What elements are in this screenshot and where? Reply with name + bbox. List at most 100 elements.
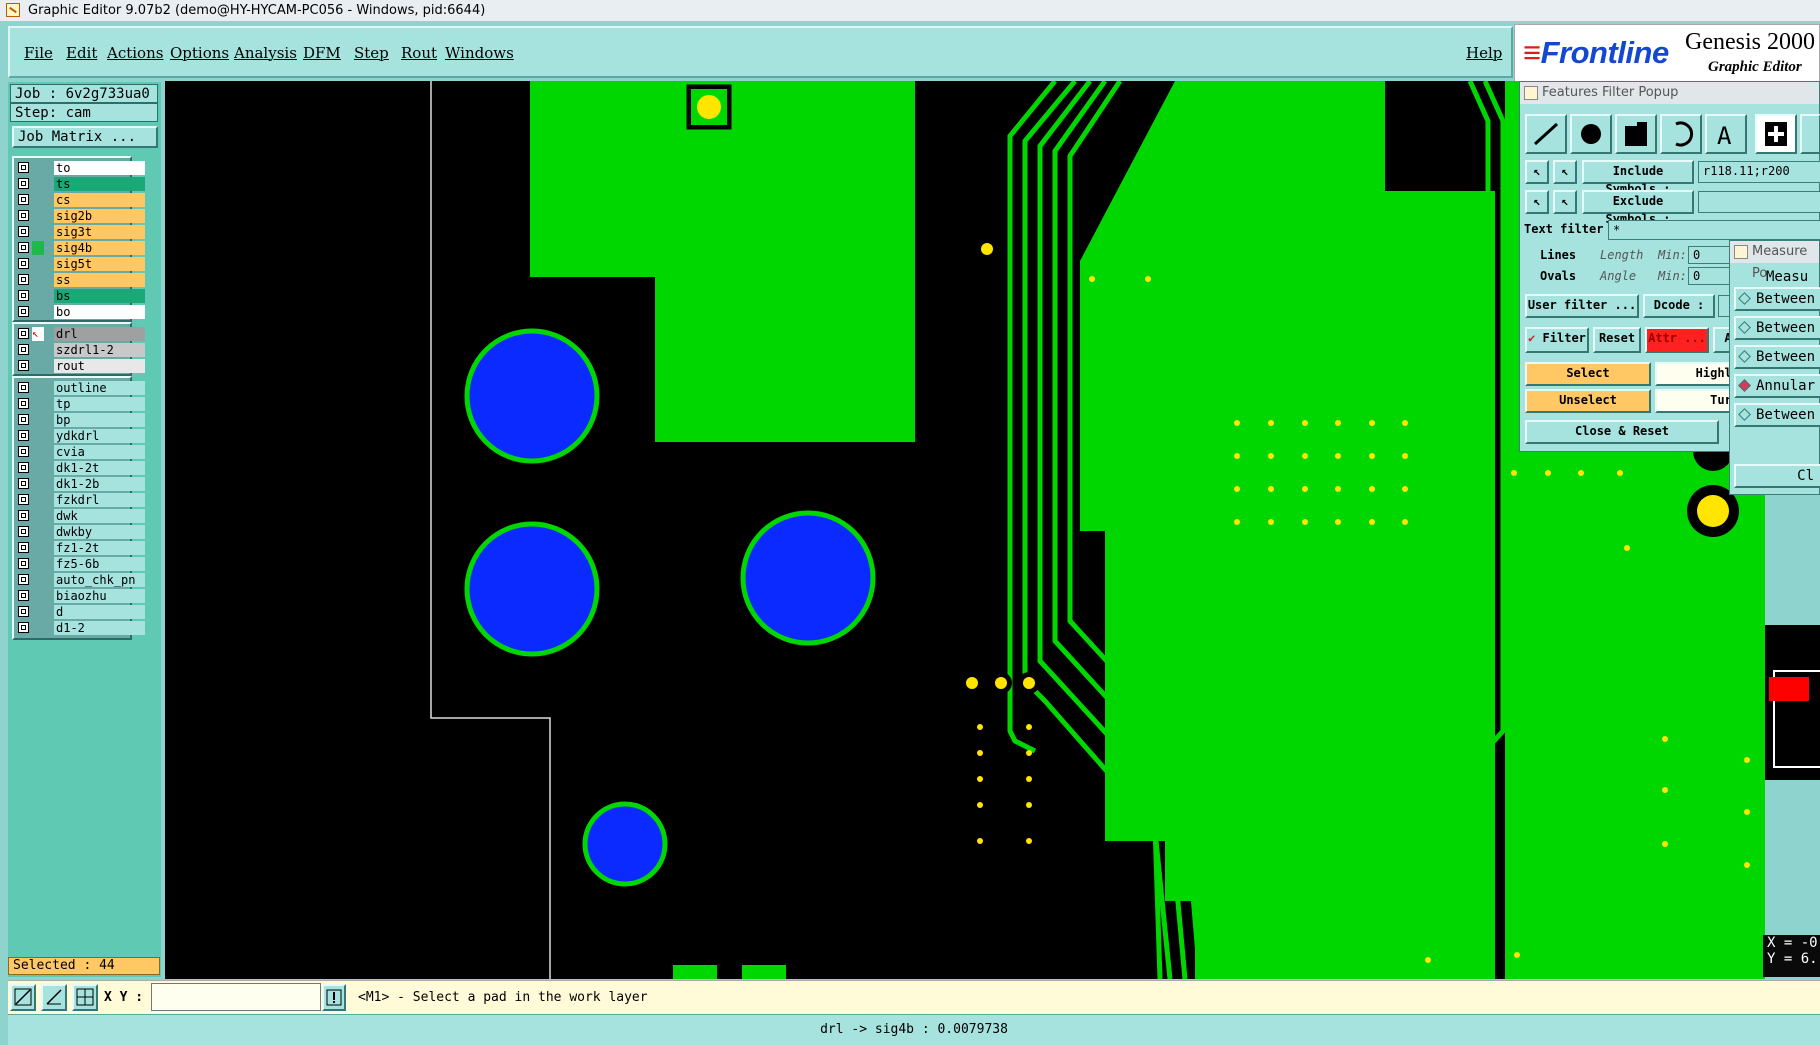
dcode-button[interactable]: Dcode :	[1643, 294, 1715, 318]
layer-name[interactable]: cs	[54, 193, 145, 207]
menu-windows[interactable]: Windows	[445, 44, 514, 62]
layer-name[interactable]: drl	[54, 327, 145, 341]
layer-display-checkbox[interactable]	[18, 226, 29, 237]
layer-display-checkbox[interactable]	[18, 622, 29, 633]
layer-row-sig2b[interactable]: sig2b	[16, 209, 145, 223]
alert-icon[interactable]	[322, 984, 346, 1011]
measure-option-between-2[interactable]: Between	[1734, 316, 1820, 340]
measure-option-between-3[interactable]: Between	[1734, 345, 1820, 369]
layer-display-checkbox[interactable]	[18, 382, 29, 393]
layer-row-ts[interactable]: ts	[16, 177, 145, 191]
layer-row-ydkdrl[interactable]: ydkdrl	[16, 429, 145, 443]
layer-display-checkbox[interactable]	[18, 290, 29, 301]
layer-status-cell[interactable]	[32, 359, 44, 373]
layer-row-dwkby[interactable]: dwkby	[16, 525, 145, 539]
layer-name[interactable]: auto_chk_pn	[54, 573, 145, 587]
layer-status-cell[interactable]	[32, 305, 44, 319]
exclude-pick-icon[interactable]: ↖	[1525, 190, 1549, 214]
layer-status-cell[interactable]	[32, 413, 44, 427]
layer-row-rout[interactable]: rout	[16, 359, 145, 373]
layer-status-cell[interactable]	[32, 289, 44, 303]
include-pick-icon[interactable]: ↖	[1525, 160, 1549, 184]
layer-name[interactable]: bp	[54, 413, 145, 427]
layer-display-checkbox[interactable]	[18, 328, 29, 339]
layer-row-biaozhu[interactable]: biaozhu	[16, 589, 145, 603]
layer-display-checkbox[interactable]	[18, 478, 29, 489]
angle-checkbox[interactable]: Angle	[1600, 269, 1636, 283]
layer-name[interactable]: outline	[54, 381, 145, 395]
layer-name[interactable]: dk1-2t	[54, 461, 145, 475]
angle-min-field[interactable]: 0	[1688, 267, 1733, 285]
length-min-field[interactable]: 0	[1688, 246, 1733, 264]
layer-name[interactable]: biaozhu	[54, 589, 145, 603]
layer-status-cell[interactable]	[32, 605, 44, 619]
layer-name[interactable]: bs	[54, 289, 145, 303]
layer-display-checkbox[interactable]	[18, 398, 29, 409]
layer-name[interactable]: ss	[54, 273, 145, 287]
layer-row-cvia[interactable]: cvia	[16, 445, 145, 459]
layer-status-cell[interactable]	[32, 509, 44, 523]
layer-status-cell[interactable]	[32, 209, 44, 223]
menu-help[interactable]: Help	[1466, 44, 1502, 62]
layer-name[interactable]: fz5-6b	[54, 557, 145, 571]
layer-display-checkbox[interactable]	[18, 344, 29, 355]
close-reset-button[interactable]: Close & Reset	[1525, 420, 1719, 444]
layer-name[interactable]: d	[54, 605, 145, 619]
layer-status-cell[interactable]	[32, 161, 44, 175]
layer-row-sig5t[interactable]: sig5t	[16, 257, 145, 271]
layer-display-checkbox[interactable]	[18, 414, 29, 425]
filter-toggle[interactable]: ✔ Filter	[1525, 327, 1589, 353]
layer-display-checkbox[interactable]	[18, 558, 29, 569]
layer-display-checkbox[interactable]	[18, 306, 29, 317]
zoom-area-icon[interactable]	[10, 984, 36, 1011]
text-filter-field[interactable]: *	[1608, 220, 1820, 240]
measure-close-button[interactable]: Cl	[1734, 464, 1820, 488]
layer-status-cell[interactable]	[32, 589, 44, 603]
ovals-checkbox[interactable]: Ovals	[1540, 269, 1576, 283]
layer-name[interactable]: ydkdrl	[54, 429, 145, 443]
layer-name[interactable]: rout	[54, 359, 145, 373]
include-symbols-field[interactable]: r118.11;r200	[1698, 161, 1820, 183]
layer-status-cell[interactable]: ↖	[32, 327, 44, 341]
layer-name[interactable]: fz1-2t	[54, 541, 145, 555]
layer-name[interactable]: tp	[54, 397, 145, 411]
layer-status-cell[interactable]	[32, 241, 44, 255]
reset-button[interactable]: Reset	[1593, 327, 1641, 353]
layer-status-cell[interactable]	[32, 541, 44, 555]
layer-row-sig3t[interactable]: sig3t	[16, 225, 145, 239]
layer-name[interactable]: ts	[54, 177, 145, 191]
layer-display-checkbox[interactable]	[18, 606, 29, 617]
exclude-symbols-field[interactable]	[1698, 191, 1820, 213]
layer-row-dwk[interactable]: dwk	[16, 509, 145, 523]
layer-name[interactable]: dwkby	[54, 525, 145, 539]
layer-display-checkbox[interactable]	[18, 242, 29, 253]
surface-tool-button[interactable]	[1615, 114, 1657, 154]
layer-row-drl[interactable]: ↖ drl	[16, 327, 145, 341]
layer-display-checkbox[interactable]	[18, 360, 29, 371]
layer-row-bo[interactable]: bo	[16, 305, 145, 319]
layer-row-d1-2[interactable]: d1-2	[16, 621, 145, 635]
layer-status-cell[interactable]	[32, 397, 44, 411]
include-symbols-button[interactable]: Include Symbols :	[1582, 160, 1694, 196]
measure-icon[interactable]	[41, 984, 67, 1011]
layer-row-d[interactable]: d	[16, 605, 145, 619]
layer-row-bp[interactable]: bp	[16, 413, 145, 427]
layer-display-checkbox[interactable]	[18, 542, 29, 553]
layer-display-checkbox[interactable]	[18, 162, 29, 173]
text-tool-button[interactable]: A	[1705, 114, 1747, 154]
job-matrix-button[interactable]: Job Matrix ...	[12, 126, 158, 148]
layer-status-cell[interactable]	[32, 193, 44, 207]
layer-row-dk1-2b[interactable]: dk1-2b	[16, 477, 145, 491]
menu-actions[interactable]: Actions	[107, 44, 163, 62]
layer-name[interactable]: dk1-2b	[54, 477, 145, 491]
arc-tool-button[interactable]	[1660, 114, 1702, 154]
layer-status-cell[interactable]	[32, 445, 44, 459]
lines-checkbox[interactable]: Lines	[1540, 248, 1576, 262]
layer-display-checkbox[interactable]	[18, 574, 29, 585]
layer-display-checkbox[interactable]	[18, 178, 29, 189]
layer-display-checkbox[interactable]	[18, 430, 29, 441]
measure-option-annular[interactable]: Annular	[1734, 374, 1820, 398]
layer-display-checkbox[interactable]	[18, 510, 29, 521]
measure-option-between-1[interactable]: Between	[1734, 287, 1820, 311]
menu-dfm[interactable]: DFM	[303, 44, 341, 62]
